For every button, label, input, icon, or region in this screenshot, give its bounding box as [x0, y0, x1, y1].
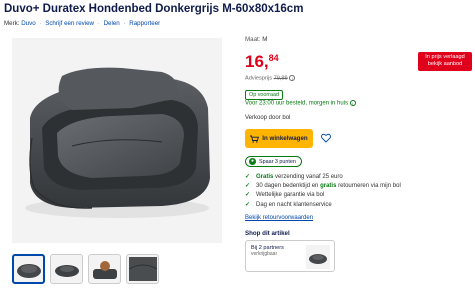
check-icon: ✓ [245, 192, 251, 199]
advice-price-row: Adviesprijs 79,99 i [245, 75, 296, 82]
usp-text: 30 dagen bedenktijd en [256, 183, 321, 190]
report-link[interactable]: Rapporteer [129, 20, 160, 27]
delivery-info-icon[interactable]: i [349, 100, 356, 106]
size-value: M [262, 36, 268, 43]
thumbnail-bed-icon [16, 264, 41, 278]
usp-bold: Gratis [256, 174, 274, 180]
size-label: Maat: [245, 36, 261, 43]
thumbnail-2[interactable] [50, 254, 83, 284]
usp-text: retourneren via mijn bol [336, 183, 401, 190]
loyalty-points-badge[interactable]: ● Spaar 3 punten [245, 156, 302, 167]
seller-info: Verkoop door bol [245, 115, 291, 121]
write-review-link[interactable]: Schrijf een review [45, 20, 94, 27]
usp-text: Dag en nacht klantenservice [256, 201, 332, 208]
add-to-cart-button[interactable]: In winkelwagen [245, 129, 313, 148]
usp-bold: gratis [320, 183, 337, 190]
wishlist-heart-icon[interactable] [321, 133, 331, 143]
price-cents: 84 [268, 53, 279, 63]
check-icon: ✓ [245, 201, 251, 208]
partner-product-thumbnail [306, 245, 330, 269]
bed-thumbnail-icon [309, 254, 327, 264]
delivery-text: Voor 23:00 uur besteld, morgen in huis [245, 100, 349, 107]
badge-line1: In prijs verlaagd [425, 54, 465, 60]
separator-dot: · [97, 20, 100, 27]
list-item: ✓ Gratis verzending vanaf 25 euro [245, 173, 401, 182]
list-item: ✓ Wettelijke garantie via bol [245, 191, 401, 200]
thumbnail-fabric-icon [128, 257, 157, 281]
partners-card[interactable]: Bij 2 partners verkrijgbaar [245, 240, 335, 272]
product-main-image[interactable] [12, 38, 222, 243]
product-title: Duvo+ Duratex Hondenbed Donkergrijs M-60… [4, 3, 304, 15]
size-row: Maat: M [245, 36, 475, 43]
return-conditions-link[interactable]: Bekijk retourvoorwaarden [245, 215, 313, 221]
cart-icon [250, 135, 260, 143]
advice-label: Adviesprijs [245, 75, 273, 82]
list-item: ✓ 30 dagen bedenktijd en gratis retourne… [245, 182, 401, 191]
separator-dot: · [123, 20, 126, 27]
delivery-info: Voor 23:00 uur besteld, morgen in huis i [245, 100, 356, 107]
brand-label: Merk: [4, 20, 20, 27]
advice-price: 79,99 [273, 75, 288, 82]
points-icon: ● [249, 158, 256, 165]
usp-text: verzending vanaf 25 euro [273, 174, 343, 180]
thumbnail-1[interactable] [12, 254, 45, 284]
check-icon: ✓ [245, 174, 251, 180]
product-meta-row: Merk: Duvo · Schrijf een review · Delen … [4, 20, 160, 27]
thumbnail-3[interactable] [88, 254, 121, 284]
badge-line2: bekijk aanbod [427, 61, 463, 67]
points-label: Spaar 3 punten [259, 158, 296, 165]
info-icon[interactable]: i [289, 75, 296, 81]
brand-link[interactable]: Duvo [21, 20, 35, 27]
usp-list: ✓ Gratis verzending vanaf 25 euro ✓ 30 d… [245, 173, 401, 210]
thumbnail-strip [12, 254, 159, 284]
cart-label: In winkelwagen [262, 135, 308, 142]
thumbnail-bed-icon [54, 265, 79, 277]
separator-dot: · [39, 20, 42, 27]
dog-bed-image [25, 67, 210, 218]
share-link[interactable]: Delen [104, 20, 120, 27]
thumbnail-4[interactable] [126, 254, 159, 284]
check-icon: ✓ [245, 183, 251, 190]
list-item: ✓ Dag en nacht klantenservice [245, 201, 401, 210]
thumbnail-dog-icon [92, 261, 117, 279]
stock-badge: Op voorraad [245, 90, 283, 100]
usp-text: Wettelijke garantie via bol [256, 192, 325, 199]
shop-section-title: Shop dit artikel [245, 230, 290, 237]
price-reduced-badge[interactable]: In prijs verlaagd bekijk aanbod [418, 52, 472, 71]
price: 16,84 [245, 52, 279, 72]
price-whole: 16, [245, 52, 269, 71]
